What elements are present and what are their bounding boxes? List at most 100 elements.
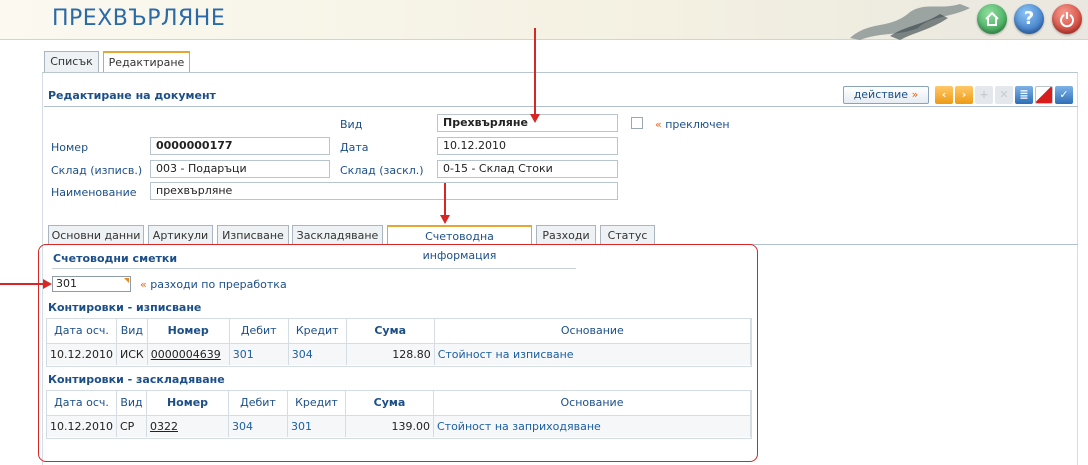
table-header-row: Дата осч. Вид Номер Дебит Кредит Сума Ос… (47, 319, 752, 344)
action-label: действие (853, 88, 909, 101)
account-description: разходи по преработка (150, 278, 287, 291)
date-field[interactable]: 10.12.2010 (437, 137, 618, 155)
annotation-arrow-account (0, 283, 44, 285)
table-row[interactable]: 10.12.2010 ИСК 0000004639 301 304 128.80… (47, 343, 752, 365)
cell-basis: Стойност на заприходяване (433, 415, 752, 437)
cell-date: 10.12.2010 (47, 343, 117, 365)
subtab-accounting[interactable]: Счетоводна информация (387, 225, 532, 262)
cell-sum: 139.00 (345, 415, 434, 437)
cell-number-link[interactable]: 0322 (146, 415, 229, 437)
cell-credit: 304 (288, 343, 347, 365)
next-button[interactable]: › (955, 86, 973, 104)
cancel-button[interactable] (1035, 86, 1053, 104)
col-date[interactable]: Дата осч. (47, 319, 117, 344)
table-row[interactable]: 10.12.2010 СР 0322 304 301 139.00 Стойно… (47, 415, 752, 437)
type-field[interactable]: Прехвърляне (437, 114, 618, 132)
writeoff-table-frame: Дата осч. Вид Номер Дебит Кредит Сума Ос… (46, 318, 752, 367)
confirm-button[interactable]: ✓ (1055, 86, 1073, 104)
decorative-brush-icon (850, 4, 970, 40)
subtab-status[interactable]: Статус (600, 225, 655, 245)
cell-date: 10.12.2010 (47, 415, 117, 437)
home-icon (985, 11, 999, 26)
previous-button[interactable]: ‹ (935, 86, 953, 104)
col-credit[interactable]: Кредит (287, 391, 346, 416)
list-icon: ≣ (1019, 88, 1029, 101)
arrow-head-down-icon (530, 114, 540, 123)
check-icon: ✓ (1059, 88, 1069, 101)
col-basis[interactable]: Основание (433, 391, 752, 416)
col-number[interactable]: Номер (147, 319, 230, 344)
number-label: Номер (51, 141, 89, 154)
col-debit[interactable]: Дебит (229, 319, 289, 344)
writeoff-title: Контировки - изписване (48, 301, 202, 314)
col-credit[interactable]: Кредит (288, 319, 347, 344)
col-debit[interactable]: Дебит (228, 391, 288, 416)
section-divider (44, 106, 1078, 107)
close-icon: ✕ (999, 88, 1009, 101)
name-label: Наименование (51, 186, 137, 199)
cell-type: СР (116, 415, 147, 437)
add-button[interactable]: + (975, 86, 993, 104)
store-out-field[interactable]: 003 - Подаръци (150, 160, 330, 178)
tab-list[interactable]: Списък (44, 51, 99, 72)
plus-icon: + (979, 88, 989, 101)
type-label: Вид (340, 118, 363, 131)
subtab-basic-data[interactable]: Основни данни (48, 225, 144, 245)
app-window: { "header": { "title": "ПРЕХВЪРЛЯНЕ" }, … (0, 0, 1088, 465)
account-field[interactable]: 301 (52, 276, 131, 292)
store-out-label: Склад (изписв.) (51, 164, 143, 177)
account-marker: « (140, 278, 147, 291)
cell-debit: 304 (228, 415, 288, 437)
date-label: Дата (340, 141, 369, 154)
account-description-group[interactable]: « разходи по преработка (140, 278, 287, 291)
writeoff-table: Дата осч. Вид Номер Дебит Кредит Сума Ос… (47, 319, 752, 365)
annotation-arrow-type (534, 28, 536, 116)
switch-checkbox[interactable] (631, 117, 643, 129)
arrow-head-right-icon (43, 279, 52, 289)
power-icon (1060, 12, 1074, 28)
col-sum[interactable]: Сума (345, 391, 434, 416)
accounting-divider (52, 268, 576, 269)
tab-edit[interactable]: Редактиране (103, 51, 190, 73)
name-field[interactable]: прехвърляне (150, 182, 618, 200)
delete-button[interactable]: ✕ (995, 86, 1013, 104)
cell-basis: Стойност на изписване (434, 343, 752, 365)
col-basis[interactable]: Основание (434, 319, 752, 344)
col-type[interactable]: Вид (116, 319, 148, 344)
cell-type: ИСК (116, 343, 148, 365)
subtab-storage[interactable]: Заскладяване (292, 225, 383, 245)
chevron-left-icon: ‹ (941, 88, 947, 101)
col-sum[interactable]: Сума (346, 319, 435, 344)
annotation-arrow-tab (444, 183, 446, 217)
logout-button[interactable] (1052, 4, 1082, 34)
subtab-writeoff[interactable]: Изписване (217, 225, 289, 245)
accounting-title: Счетоводни сметки (53, 252, 178, 265)
cell-debit: 301 (229, 343, 289, 365)
col-date[interactable]: Дата осч. (47, 391, 117, 416)
arrow-head-down-icon (440, 215, 450, 224)
help-icon: ? (1023, 8, 1035, 29)
section-title: Редактиране на документ (48, 89, 216, 102)
storage-table: Дата осч. Вид Номер Дебит Кредит Сума Ос… (47, 391, 752, 437)
cell-credit: 301 (287, 415, 346, 437)
store-in-field[interactable]: 0-15 - Склад Стоки (437, 160, 618, 178)
cell-sum: 128.80 (346, 343, 435, 365)
col-number[interactable]: Номер (146, 391, 229, 416)
double-chevron-right-icon: » (911, 88, 919, 101)
print-button[interactable]: ≣ (1015, 86, 1033, 104)
subtab-expenses[interactable]: Разходи (536, 225, 596, 245)
action-dropdown-button[interactable]: действие » (843, 86, 929, 104)
switch-marker: « (655, 118, 662, 131)
help-button[interactable]: ? (1014, 4, 1044, 34)
subtab-articles[interactable]: Артикули (148, 225, 213, 245)
home-button[interactable] (977, 4, 1007, 34)
switch-label-group: « преключен (655, 118, 730, 131)
storage-title: Контировки - заскладяване (48, 373, 225, 386)
page-title: ПРЕХВЪРЛЯНЕ (52, 6, 226, 31)
table-header-row: Дата осч. Вид Номер Дебит Кредит Сума Ос… (47, 391, 752, 416)
number-field[interactable]: 0000000177 (150, 137, 330, 155)
app-header: ПРЕХВЪРЛЯНЕ ? (0, 0, 1088, 40)
chevron-right-icon: › (961, 88, 967, 101)
col-type[interactable]: Вид (116, 391, 147, 416)
cell-number-link[interactable]: 0000004639 (147, 343, 230, 365)
